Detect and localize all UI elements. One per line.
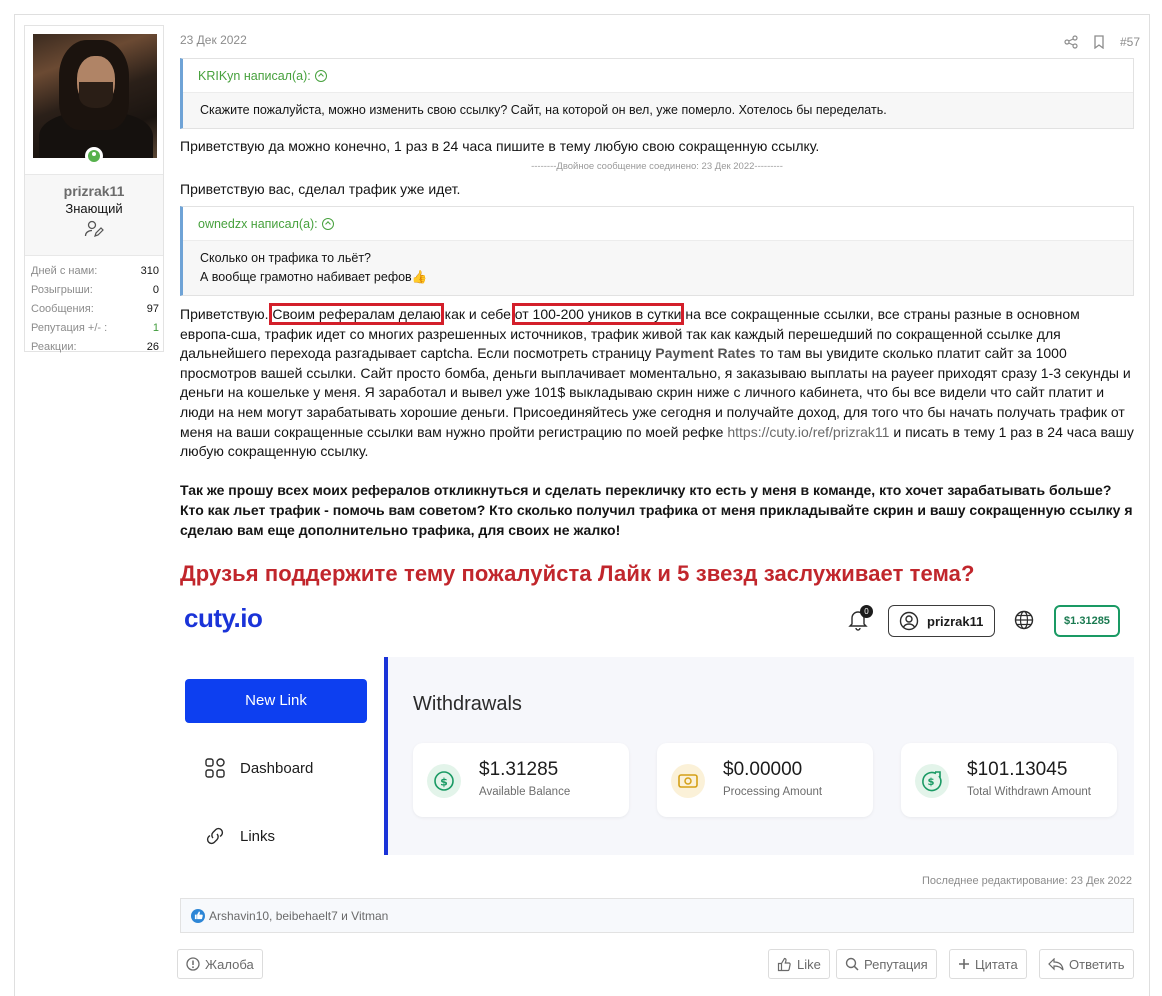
reaction-last-user[interactable]: Vitman	[351, 909, 388, 923]
ref-link[interactable]: https://cuty.io/ref/prizrak11	[727, 424, 889, 440]
cuty-header: cuty.io 0 prizrak11 $1.31285	[180, 589, 1134, 657]
notification-badge: 0	[860, 605, 873, 618]
quote-jump-icon[interactable]	[321, 218, 334, 230]
username[interactable]: prizrak11	[25, 183, 163, 199]
plus-icon	[959, 959, 969, 969]
stat-messages: Сообщения: 97	[31, 303, 159, 315]
cuty-sidebar: New Link Dashboard Links	[180, 657, 388, 855]
like-reaction-icon	[191, 908, 205, 923]
stat-days: Дней с нами: 310	[31, 265, 159, 277]
share-icon[interactable]	[1064, 35, 1078, 49]
user-stats: Дней с нами: 310 Розыгрыши: 0 Сообщения: 97…	[31, 262, 159, 357]
card-available-balance: $ $1.31285 Available Balance	[413, 743, 629, 817]
reaction-users[interactable]: Arshavin10, beibehaelt7	[209, 909, 338, 923]
post-body-paragraph: Приветствую. Своим рефералам делаю как и…	[180, 303, 1134, 460]
menu-dashboard: Dashboard	[204, 757, 313, 779]
report-button[interactable]: Жалоба	[177, 949, 263, 979]
reply-text: Приветствую да можно конечно, 1 раз в 24…	[180, 138, 820, 154]
user-header: prizrak11 Знающий	[25, 174, 163, 256]
post-callout: Друзья поддержите тему пожалуйста Лайк и…	[180, 561, 975, 586]
like-button[interactable]: Like	[768, 949, 830, 979]
user-title: Знающий	[65, 201, 123, 216]
stat-reactions: Реакции: 26	[31, 341, 159, 353]
user-edit-icon	[84, 220, 104, 237]
svg-text:$: $	[440, 776, 448, 789]
bookmark-icon[interactable]	[1093, 35, 1105, 49]
quote-author-2[interactable]: ownedzx написал(а):	[183, 207, 1133, 241]
forum-post: prizrak11 Знающий Дней с нами: 310 Розыгр…	[14, 14, 1150, 996]
reply-icon	[1048, 957, 1064, 970]
cash-icon	[671, 764, 705, 798]
reply-button[interactable]: Ответить	[1039, 949, 1134, 979]
new-link-button: New Link	[185, 679, 367, 723]
user-card: prizrak11 Знающий Дней с нами: 310 Розыгр…	[24, 25, 164, 353]
quote-text: Скажите пожалуйста, можно изменить свою …	[183, 93, 1133, 128]
balance-pill: $1.31285	[1054, 605, 1120, 637]
reactions-bar[interactable]: Arshavin10, beibehaelt7 и Vitman	[180, 898, 1134, 933]
quote-block: KRIKyn написал(а): Скажите пожалуйста, м…	[180, 58, 1134, 129]
link-icon	[206, 827, 224, 845]
highlight-box: Своим рефералам делаю	[269, 303, 444, 325]
highlight-box: от 100-200 уников в сутки	[511, 303, 685, 325]
dollar-icon: $	[427, 764, 461, 798]
withdrawals-title: Withdrawals	[413, 693, 522, 715]
globe-icon	[1014, 610, 1034, 630]
reputation-button[interactable]: Репутация	[836, 949, 937, 979]
embedded-screenshot[interactable]: cuty.io 0 prizrak11 $1.31285 New Link Da…	[180, 589, 1134, 855]
stat-giveaways: Розыгрыши: 0	[31, 284, 159, 296]
cuty-logo: cuty.io	[184, 603, 263, 633]
user-icon	[899, 611, 919, 631]
alert-icon	[186, 957, 200, 971]
search-icon	[845, 957, 859, 971]
post-date[interactable]: 23 Дек 2022	[180, 33, 247, 47]
menu-links: Links	[204, 825, 275, 847]
post-number[interactable]: #57	[1120, 35, 1140, 49]
merged-note: --------Двойное сообщение соединено: 23 …	[531, 161, 783, 172]
svg-text:$: $	[928, 777, 935, 788]
post-body-bold: Так же прошу всех моих рефералов откликн…	[180, 482, 1133, 538]
quote-button[interactable]: Цитата	[949, 949, 1027, 979]
payment-rates-link[interactable]: Payment Rates	[655, 345, 755, 361]
stat-reputation: Репутация +/- :1	[31, 322, 159, 334]
reply-text-2: Приветствую вас, сделал трафик уже идет.	[180, 181, 461, 197]
last-edited-note: Последнее редактирование: 23 Дек 2022	[922, 875, 1132, 887]
card-processing-amount: $0.00000 Processing Amount	[657, 743, 873, 817]
post-actions: #57	[1064, 35, 1140, 49]
quote-text-2: Сколько он трафика то льёт? А вообще гра…	[183, 241, 1133, 295]
account-button: prizrak11	[888, 605, 995, 637]
dashboard-icon	[205, 758, 225, 778]
card-total-withdrawn: $ $101.13045 Total Withdrawn Amount	[901, 743, 1117, 817]
quote-author[interactable]: KRIKyn написал(а):	[183, 59, 1133, 93]
thumbs-up-icon	[777, 957, 791, 971]
online-status-icon	[85, 147, 103, 165]
avatar[interactable]	[33, 34, 157, 158]
quote-block-2: ownedzx написал(а): Сколько он трафика т…	[180, 206, 1134, 296]
withdrawn-icon: $	[915, 764, 949, 798]
quote-jump-icon[interactable]	[314, 70, 327, 82]
